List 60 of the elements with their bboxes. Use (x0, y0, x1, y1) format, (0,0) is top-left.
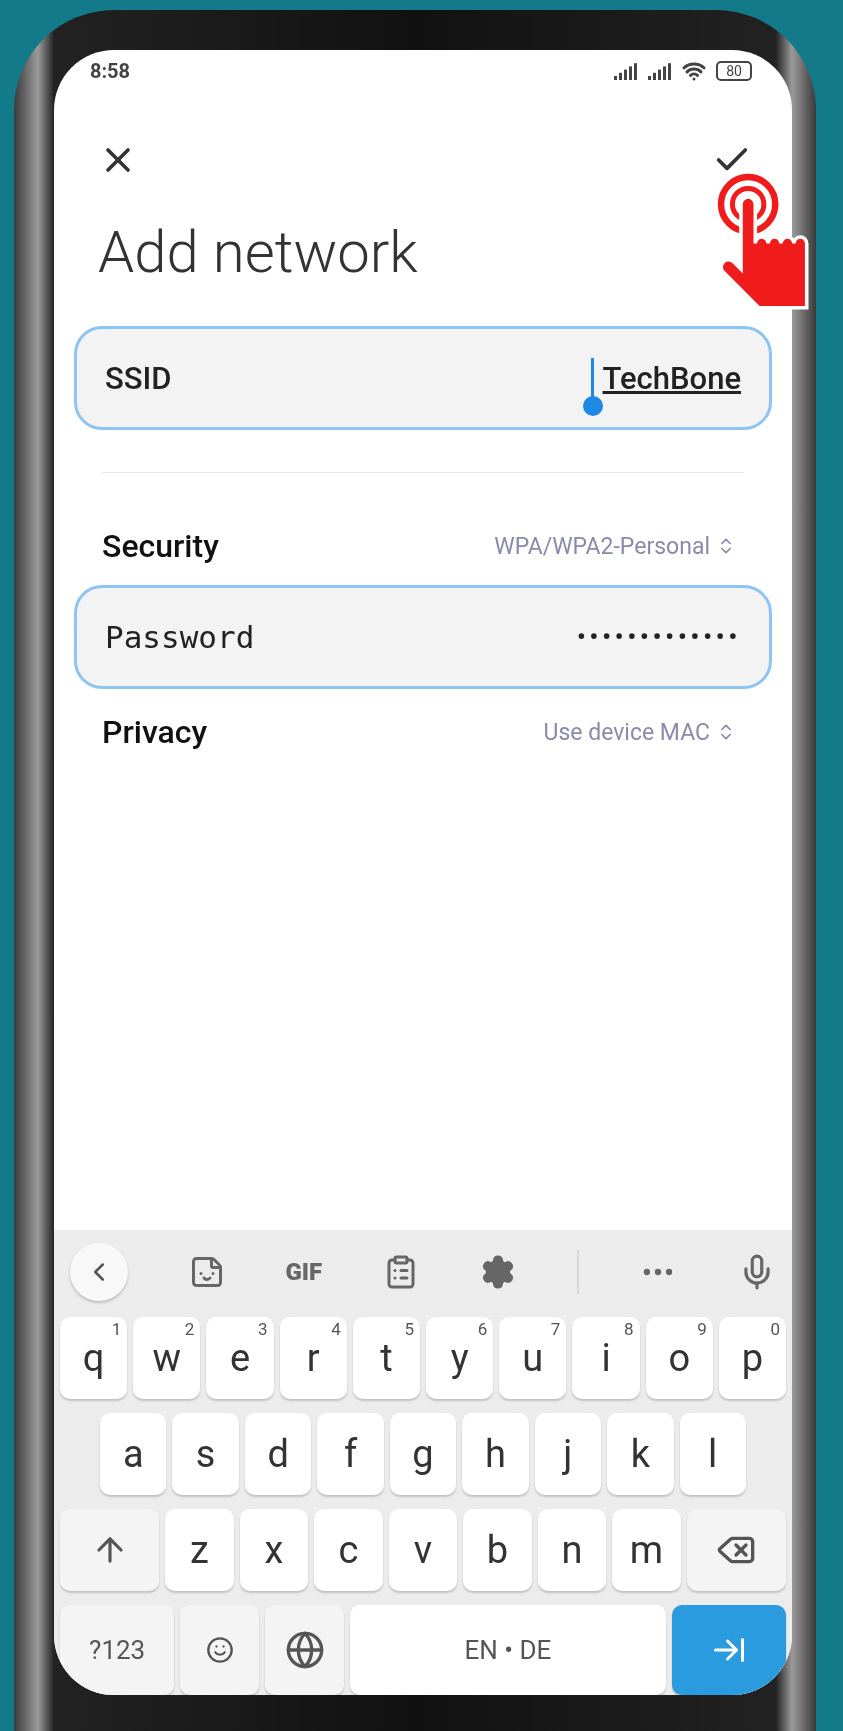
key[interactable]: z (165, 1509, 234, 1591)
text-cursor (582, 358, 603, 416)
input-field[interactable]: SSID TechBone (74, 326, 772, 430)
key-hint: 3 (258, 1319, 268, 1339)
input-field[interactable]: Password ••••••••••••• (74, 585, 772, 689)
globe-key[interactable] (265, 1605, 345, 1695)
key[interactable]: v (388, 1509, 458, 1591)
key-hint: 9 (697, 1319, 707, 1339)
status-time: 8:58 (90, 59, 131, 83)
key[interactable]: a (100, 1413, 167, 1495)
backspace-key[interactable] (686, 1509, 786, 1591)
key[interactable]: b (463, 1509, 532, 1591)
key[interactable]: d (244, 1413, 312, 1495)
gif-button[interactable]: GIF (285, 1257, 323, 1286)
field-label: Password (105, 619, 255, 655)
page-title: Add network (98, 218, 419, 286)
field-value: TechBone (602, 359, 741, 397)
key[interactable]: p 0 (718, 1317, 787, 1399)
key-hint: 1 (111, 1319, 122, 1339)
emoji-key[interactable] (180, 1605, 260, 1695)
shift-key[interactable] (60, 1509, 160, 1591)
key[interactable]: q 1 (60, 1317, 128, 1399)
key[interactable]: c (314, 1509, 383, 1591)
enter-key[interactable] (671, 1605, 786, 1695)
field-value: ••••••••••••• (576, 623, 741, 651)
key-hint: 2 (184, 1319, 195, 1339)
key[interactable]: u 7 (499, 1317, 567, 1399)
key[interactable]: r 4 (279, 1317, 347, 1399)
key[interactable]: n (537, 1509, 607, 1591)
key[interactable]: s (172, 1413, 239, 1495)
key[interactable]: e 3 (206, 1317, 274, 1399)
cell-signal-icon (648, 62, 673, 80)
key-hint: 8 (624, 1319, 634, 1339)
key[interactable]: i 8 (572, 1317, 640, 1399)
globe-icon (284, 1630, 325, 1670)
key[interactable]: l (679, 1413, 746, 1495)
key[interactable]: k (607, 1413, 674, 1495)
key[interactable]: w 2 (133, 1317, 201, 1399)
key[interactable]: m (612, 1509, 681, 1591)
setting-label: Security (102, 527, 219, 565)
setting-label: Privacy (102, 713, 208, 751)
key[interactable]: j (534, 1413, 602, 1495)
key[interactable]: y 6 (426, 1317, 494, 1399)
key-hint: 7 (550, 1319, 561, 1339)
key-hint: 5 (404, 1319, 414, 1339)
key[interactable]: x (239, 1509, 309, 1591)
key[interactable]: o 9 (645, 1317, 713, 1399)
field-label: SSID (105, 359, 172, 397)
key[interactable]: h (462, 1413, 529, 1495)
key-hint: 0 (770, 1319, 781, 1339)
key[interactable]: t 5 (352, 1317, 420, 1399)
cell-signal-icon (614, 62, 639, 80)
symbols-key[interactable]: ?123 (60, 1605, 175, 1695)
key-hint: 6 (477, 1319, 488, 1339)
key-hint: 4 (331, 1319, 341, 1339)
key[interactable]: f (317, 1413, 384, 1495)
smiley-icon (205, 1636, 234, 1664)
key[interactable]: g (389, 1413, 457, 1495)
space-key[interactable]: EN • DE (350, 1605, 666, 1695)
battery-icon: 80 (716, 61, 752, 81)
